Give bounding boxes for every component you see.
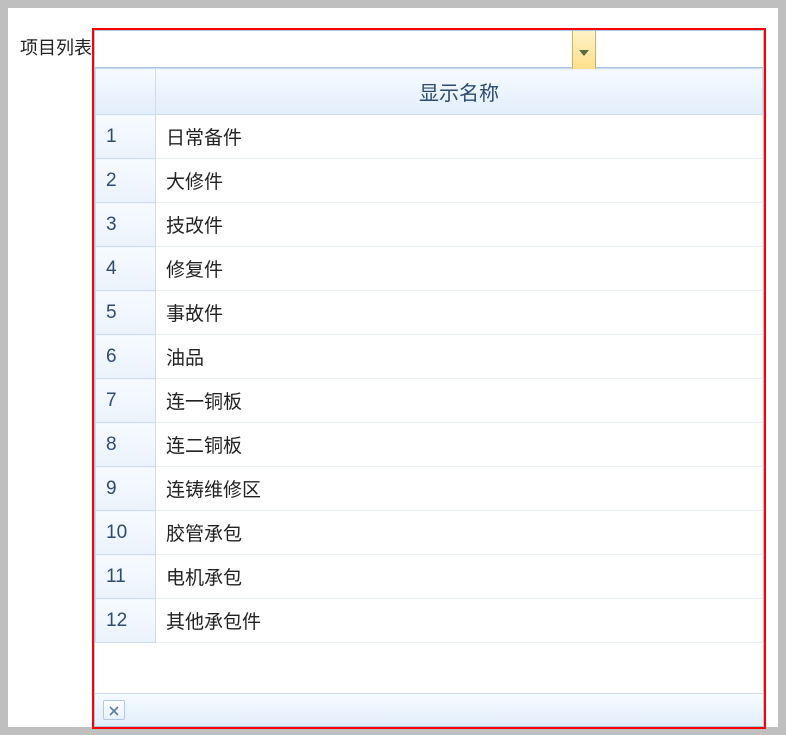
row-number: 2 bbox=[96, 159, 156, 203]
table-row[interactable]: 3技改件 bbox=[96, 203, 763, 247]
grid-empty-area bbox=[95, 643, 763, 693]
table-row[interactable]: 4修复件 bbox=[96, 247, 763, 291]
options-grid: 显示名称 1日常备件2大修件3技改件4修复件5事故件6油品7连一铜板8连二铜板9… bbox=[95, 68, 763, 643]
column-header-number[interactable] bbox=[96, 69, 156, 115]
table-row[interactable]: 9连铸维修区 bbox=[96, 467, 763, 511]
row-name: 电机承包 bbox=[156, 555, 763, 599]
dropdown-trigger[interactable] bbox=[572, 31, 596, 69]
table-row[interactable]: 7连一铜板 bbox=[96, 379, 763, 423]
clear-button[interactable] bbox=[103, 700, 125, 720]
table-row[interactable]: 1日常备件 bbox=[96, 115, 763, 159]
table-row[interactable]: 5事故件 bbox=[96, 291, 763, 335]
row-number: 6 bbox=[96, 335, 156, 379]
row-name: 日常备件 bbox=[156, 115, 763, 159]
row-number: 1 bbox=[96, 115, 156, 159]
dropdown-footer bbox=[95, 693, 763, 726]
row-name: 修复件 bbox=[156, 247, 763, 291]
row-name: 胶管承包 bbox=[156, 511, 763, 555]
table-row[interactable]: 2大修件 bbox=[96, 159, 763, 203]
row-name: 连铸维修区 bbox=[156, 467, 763, 511]
field-label: 项目列表 bbox=[20, 28, 92, 60]
table-row[interactable]: 10胶管承包 bbox=[96, 511, 763, 555]
table-row[interactable]: 8连二铜板 bbox=[96, 423, 763, 467]
table-row[interactable]: 11电机承包 bbox=[96, 555, 763, 599]
row-name: 事故件 bbox=[156, 291, 763, 335]
combo-input[interactable] bbox=[94, 30, 764, 68]
row-number: 7 bbox=[96, 379, 156, 423]
row-number: 10 bbox=[96, 511, 156, 555]
row-name: 技改件 bbox=[156, 203, 763, 247]
row-number: 9 bbox=[96, 467, 156, 511]
table-row[interactable]: 12其他承包件 bbox=[96, 599, 763, 643]
row-number: 4 bbox=[96, 247, 156, 291]
row-name: 油品 bbox=[156, 335, 763, 379]
row-number: 3 bbox=[96, 203, 156, 247]
row-name: 连二铜板 bbox=[156, 423, 763, 467]
close-icon bbox=[109, 700, 119, 721]
row-name: 大修件 bbox=[156, 159, 763, 203]
chevron-down-icon bbox=[579, 40, 589, 61]
dropdown-panel: 显示名称 1日常备件2大修件3技改件4修复件5事故件6油品7连一铜板8连二铜板9… bbox=[94, 68, 764, 727]
combo-dropdown: 显示名称 1日常备件2大修件3技改件4修复件5事故件6油品7连一铜板8连二铜板9… bbox=[92, 28, 766, 729]
row-number: 5 bbox=[96, 291, 156, 335]
row-number: 11 bbox=[96, 555, 156, 599]
row-name: 连一铜板 bbox=[156, 379, 763, 423]
column-header-name[interactable]: 显示名称 bbox=[156, 69, 763, 115]
row-number: 12 bbox=[96, 599, 156, 643]
table-row[interactable]: 6油品 bbox=[96, 335, 763, 379]
row-number: 8 bbox=[96, 423, 156, 467]
row-name: 其他承包件 bbox=[156, 599, 763, 643]
